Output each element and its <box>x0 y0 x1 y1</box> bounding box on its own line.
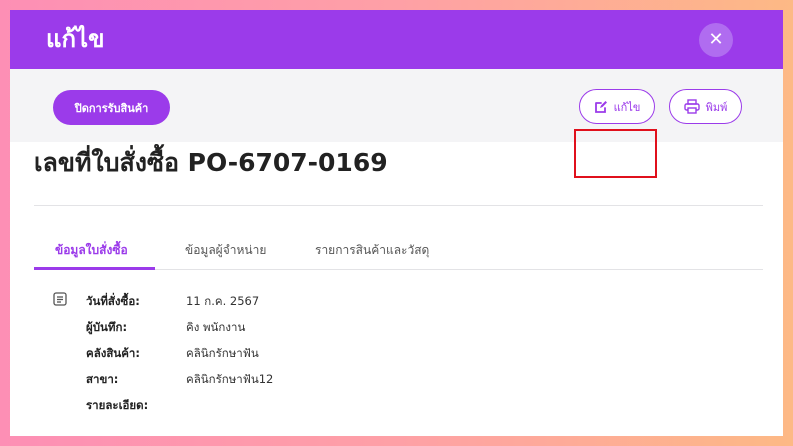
close-icon: ✕ <box>708 29 724 50</box>
tab-items[interactable]: รายการสินค้าและวัสดุ <box>315 230 429 269</box>
tab-order-info[interactable]: ข้อมูลใบสั่งซื้อ <box>55 230 128 269</box>
detail-value: คิง พนักงาน <box>186 320 246 334</box>
printer-icon <box>683 99 700 114</box>
toolbar: ปิดการรับสินค้า แก้ไข พิมพ์ <box>10 69 783 178</box>
print-button-label: พิมพ์ <box>705 100 728 114</box>
edit-button-label: แก้ไข <box>613 100 641 114</box>
page-title: เลขที่ใบสั่งซื้อ PO-6707-0169 <box>34 148 388 177</box>
detail-label: ผู้บันทึก: <box>86 320 128 334</box>
edit-button[interactable]: แก้ไข <box>579 89 655 124</box>
close-receiving-button[interactable]: ปิดการรับสินค้า <box>53 90 170 125</box>
close-button[interactable]: ✕ <box>699 23 733 57</box>
print-button[interactable]: พิมพ์ <box>669 89 742 124</box>
detail-label: สาขา: <box>86 372 119 386</box>
tab-bar: ข้อมูลใบสั่งซื้อ ข้อมูลผู้จำหน่าย รายการ… <box>34 230 763 270</box>
detail-label: รายละเอียด: <box>86 398 149 412</box>
active-tab-indicator <box>34 267 155 270</box>
document-icon <box>53 292 67 306</box>
modal-title: แก้ไข <box>46 25 105 53</box>
detail-value: คลินิกรักษาฟัน <box>186 346 259 360</box>
edit-modal: แก้ไข ✕ ปิดการรับสินค้า แก้ไข พิมพ์ เลขท… <box>10 10 783 436</box>
modal-header: แก้ไข ✕ <box>10 10 783 69</box>
detail-value: 11 ก.ค. 2567 <box>186 294 260 308</box>
edit-icon <box>594 100 607 113</box>
divider <box>34 205 763 206</box>
detail-value: คลินิกรักษาฟัน12 <box>186 372 274 386</box>
detail-label: คลังสินค้า: <box>86 346 140 360</box>
tab-supplier-info[interactable]: ข้อมูลผู้จำหน่าย <box>185 230 266 269</box>
detail-label: วันที่สั่งซื้อ: <box>86 294 140 308</box>
edit-button-highlight <box>574 129 657 178</box>
